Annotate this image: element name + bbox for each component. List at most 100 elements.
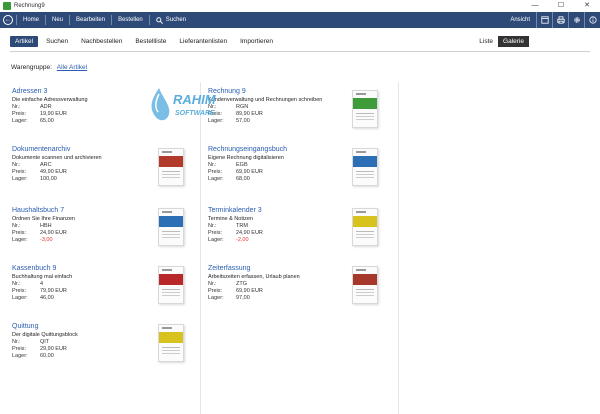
app-icon bbox=[3, 2, 11, 10]
nr-label: Nr.: bbox=[12, 162, 21, 168]
product-price: 19,90 EUR bbox=[40, 111, 67, 117]
product-stock: 65,00 bbox=[40, 118, 54, 124]
tab-bestellliste[interactable]: Bestellliste bbox=[130, 36, 171, 47]
product-stock: 46,00 bbox=[40, 295, 54, 301]
back-button[interactable]: ← bbox=[0, 12, 16, 28]
nr-label: Nr.: bbox=[12, 339, 21, 345]
watermark-logo: RAHIM SOFTWARE bbox=[151, 88, 217, 121]
stock-label: Lager: bbox=[208, 237, 224, 243]
search-icon bbox=[155, 16, 163, 24]
info-button[interactable] bbox=[584, 12, 600, 28]
price-label: Preis: bbox=[208, 288, 223, 294]
stock-label: Lager: bbox=[12, 237, 28, 243]
watermark-text: RAHIM bbox=[173, 92, 217, 107]
nr-label: Nr.: bbox=[12, 104, 21, 110]
maximize-button[interactable]: ☐ bbox=[548, 0, 574, 12]
tab-suchen[interactable]: Suchen bbox=[41, 36, 73, 47]
watermark-subtext: SOFTWARE bbox=[175, 110, 215, 117]
product-group-filter: Warengruppe: Alle Artikel bbox=[11, 64, 87, 71]
group-link[interactable]: Alle Artikel bbox=[57, 64, 87, 71]
price-label: Preis: bbox=[12, 111, 27, 117]
product-stock: 97,00 bbox=[236, 295, 250, 301]
product-nr: QIT bbox=[40, 339, 50, 345]
product-stock: -2,00 bbox=[236, 237, 249, 243]
product-price: 69,90 EUR bbox=[236, 288, 263, 294]
minimize-button[interactable]: — bbox=[522, 0, 548, 12]
group-label: Warengruppe: bbox=[11, 64, 52, 71]
product-nr: TRM bbox=[236, 223, 248, 229]
product-nr: ADR bbox=[40, 104, 52, 110]
product-nr: HBH bbox=[40, 223, 52, 229]
toolbar-home[interactable]: Home bbox=[16, 15, 45, 25]
tab-nachbestellen[interactable]: Nachbestellen bbox=[76, 36, 127, 47]
gear-icon bbox=[573, 17, 580, 23]
stock-label: Lager: bbox=[12, 176, 28, 182]
price-label: Preis: bbox=[208, 230, 223, 236]
product-stock: 100,00 bbox=[40, 176, 57, 182]
price-label: Preis: bbox=[12, 288, 27, 294]
stock-label: Lager: bbox=[12, 353, 28, 359]
product-box-image bbox=[158, 148, 184, 186]
product-price: 89,90 EUR bbox=[236, 111, 263, 117]
tab-bar: Artikel Suchen Nachbestellen Bestelllist… bbox=[10, 36, 281, 47]
close-button[interactable]: ✕ bbox=[574, 0, 600, 12]
column-divider bbox=[398, 82, 399, 414]
product-box-image bbox=[158, 324, 184, 362]
toolbar-order[interactable]: Bestellen bbox=[111, 15, 149, 25]
product-nr: 4 bbox=[40, 281, 44, 287]
column-divider bbox=[200, 82, 201, 414]
product-box-image bbox=[352, 266, 378, 304]
info-icon bbox=[588, 16, 597, 24]
product-nr: EGB bbox=[236, 162, 248, 168]
list-view-button[interactable]: Liste bbox=[474, 36, 498, 47]
tab-lieferantenlisten[interactable]: Lieferantenlisten bbox=[174, 36, 232, 47]
price-label: Preis: bbox=[12, 230, 27, 236]
tab-divider bbox=[10, 51, 590, 52]
product-price: 49,90 EUR bbox=[40, 169, 67, 175]
product-stock: -3,00 bbox=[40, 237, 53, 243]
back-arrow-icon: ← bbox=[3, 15, 13, 25]
toolbar-new[interactable]: Neu bbox=[45, 15, 69, 25]
main-toolbar: ← Home Neu Bearbeiten Bestellen Suchen A… bbox=[0, 12, 600, 28]
gallery-view-button[interactable]: Galerie bbox=[498, 36, 529, 47]
window-icon bbox=[540, 16, 549, 24]
product-stock: 60,00 bbox=[40, 353, 54, 359]
product-box-image bbox=[352, 90, 378, 128]
nr-label: Nr.: bbox=[208, 281, 217, 287]
print-button[interactable] bbox=[552, 12, 568, 28]
window-layout-button[interactable] bbox=[536, 12, 552, 28]
price-label: Preis: bbox=[208, 169, 223, 175]
product-price: 29,90 EUR bbox=[40, 346, 67, 352]
product-nr: ZTG bbox=[236, 281, 247, 287]
product-stock: 68,00 bbox=[236, 176, 250, 182]
nr-label: Nr.: bbox=[208, 162, 217, 168]
printer-icon bbox=[556, 16, 565, 24]
product-box-image bbox=[158, 266, 184, 304]
product-box-image bbox=[352, 148, 378, 186]
tab-importieren[interactable]: Importieren bbox=[235, 36, 278, 47]
toolbar-search-label: Suchen bbox=[165, 17, 187, 23]
product-box-image bbox=[352, 208, 378, 246]
stock-label: Lager: bbox=[208, 176, 224, 182]
settings-button[interactable] bbox=[568, 12, 584, 28]
product-price: 79,90 EUR bbox=[40, 288, 67, 294]
price-label: Preis: bbox=[12, 346, 27, 352]
stock-label: Lager: bbox=[208, 295, 224, 301]
product-nr: ARC bbox=[40, 162, 52, 168]
nr-label: Nr.: bbox=[12, 281, 21, 287]
nr-label: Nr.: bbox=[12, 223, 21, 229]
stock-label: Lager: bbox=[12, 295, 28, 301]
price-label: Preis: bbox=[12, 169, 27, 175]
title-bar: Rechnung9 — ☐ ✕ bbox=[0, 0, 600, 12]
product-price: 69,90 EUR bbox=[236, 169, 263, 175]
view-switch: Liste Galerie bbox=[474, 36, 529, 47]
product-box-image bbox=[158, 208, 184, 246]
nr-label: Nr.: bbox=[208, 223, 217, 229]
product-price: 24,90 EUR bbox=[236, 230, 263, 236]
toolbar-search[interactable]: Suchen bbox=[148, 15, 192, 25]
toolbar-view[interactable]: Ansicht bbox=[504, 15, 536, 25]
tab-artikel[interactable]: Artikel bbox=[10, 36, 39, 47]
product-price: 24,90 EUR bbox=[40, 230, 67, 236]
stock-label: Lager: bbox=[12, 118, 28, 124]
toolbar-edit[interactable]: Bearbeiten bbox=[69, 15, 111, 25]
